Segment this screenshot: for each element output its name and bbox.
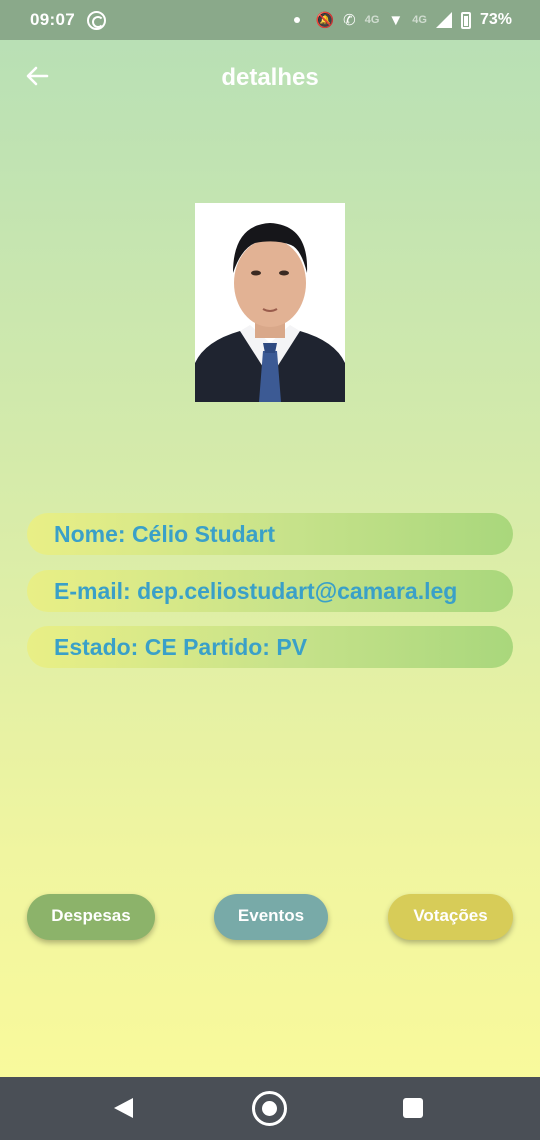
nav-recents-icon[interactable]: [403, 1098, 423, 1118]
email-text: E-mail: dep.celiostudart@camara.leg: [54, 578, 458, 604]
status-icons: 🔕 ✆ 4G ▼ 4G 73%: [294, 11, 512, 29]
nav-back-icon[interactable]: [114, 1098, 133, 1118]
battery-icon: [460, 11, 471, 29]
wifi-icon: ▼: [388, 11, 404, 29]
email-field: E-mail: dep.celiostudart@camara.leg: [27, 570, 513, 612]
mute-icon: 🔕: [315, 12, 335, 29]
state-party-field: Estado: CE Partido: PV: [27, 626, 513, 668]
page-title: detalhes: [221, 64, 319, 91]
votacoes-button[interactable]: Votações: [388, 894, 513, 940]
network-type-label-2: 4G: [412, 14, 427, 26]
call-icon: ✆: [343, 12, 356, 29]
app-bar: detalhes: [0, 40, 540, 116]
notification-dot-icon: [294, 17, 301, 23]
state-party-text: Estado: CE Partido: PV: [54, 634, 308, 660]
status-time: 09:07: [30, 10, 75, 29]
nav-home-icon[interactable]: [252, 1091, 287, 1126]
signal-icon: [435, 12, 452, 28]
name-text: Nome: Célio Studart: [54, 521, 276, 547]
system-navigation-bar: [0, 1077, 540, 1140]
status-bar: 09:07 🔕 ✆ 4G ▼ 4G 73%: [0, 0, 540, 40]
eventos-button[interactable]: Eventos: [214, 894, 328, 940]
name-field: Nome: Célio Studart: [27, 513, 513, 555]
sync-icon: [86, 10, 106, 30]
despesas-button[interactable]: Despesas: [27, 894, 155, 940]
network-type-label: 4G: [364, 14, 380, 26]
deputy-photo: [195, 203, 345, 402]
battery-percent: 73%: [479, 11, 512, 28]
